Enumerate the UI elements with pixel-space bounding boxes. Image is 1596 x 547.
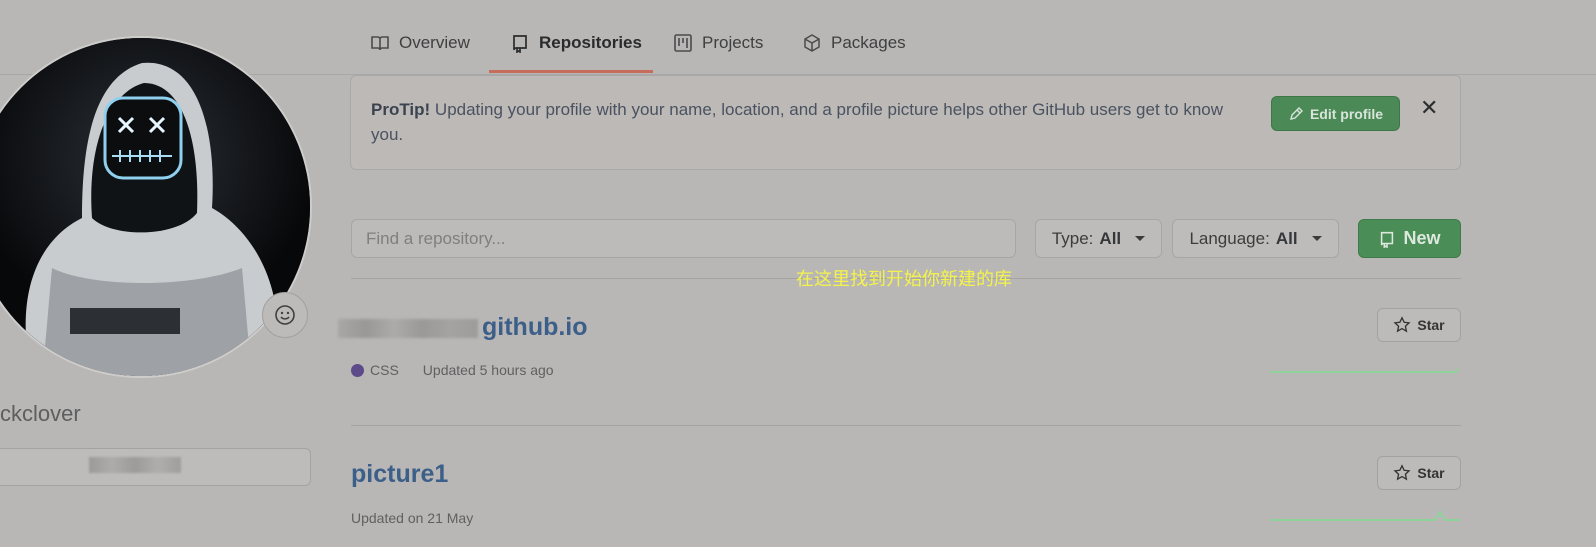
protip-banner: ProTip! Updating your profile with your …: [350, 75, 1461, 170]
language-filter-value: All: [1275, 228, 1298, 248]
edit-profile-label: Edit profile: [1309, 105, 1384, 122]
profile-username: ckclover: [0, 401, 81, 426]
star-icon: [1393, 464, 1411, 481]
annotation-text: 在这里找到开始你新建的库: [796, 269, 1012, 290]
project-icon: [674, 34, 692, 52]
caret-down-icon: [1135, 236, 1146, 241]
star-label: Star: [1417, 465, 1445, 481]
tab-overview-label: Overview: [399, 33, 470, 52]
repo-meta: Updated on 21 May: [351, 510, 473, 526]
tab-projects[interactable]: Projects: [673, 28, 763, 74]
follow-button[interactable]: [0, 448, 311, 486]
tab-overview[interactable]: Overview: [370, 28, 470, 74]
star-icon: [1393, 316, 1411, 333]
divider: [351, 425, 1461, 426]
tab-packages[interactable]: Packages: [802, 28, 906, 74]
tab-packages-label: Packages: [831, 33, 906, 52]
star-label: Star: [1417, 317, 1445, 333]
repo-language: CSS: [370, 362, 399, 378]
close-icon[interactable]: ✕: [1420, 96, 1440, 120]
star-button[interactable]: Star: [1377, 456, 1461, 490]
find-repository-input[interactable]: [351, 219, 1016, 258]
repo-link[interactable]: picture1: [351, 460, 448, 489]
type-filter-label: Type:: [1051, 228, 1094, 248]
book-icon: [371, 36, 389, 51]
repo-updated: Updated 5 hours ago: [422, 362, 554, 378]
smiley-icon: [275, 305, 295, 325]
pencil-icon: [1289, 106, 1303, 120]
activity-sparkline: [1270, 510, 1460, 521]
tab-projects-label: Projects: [702, 33, 764, 52]
star-button[interactable]: Star: [1377, 308, 1461, 342]
redacted-text: [338, 319, 478, 338]
repo-icon: [1381, 231, 1394, 248]
type-filter-dropdown[interactable]: Type: All: [1035, 219, 1162, 258]
protip-text: ProTip! Updating your profile with your …: [371, 97, 1251, 147]
active-tab-underline: [489, 70, 653, 73]
set-status-button[interactable]: [262, 292, 308, 338]
language-filter-label: Language:: [1189, 228, 1270, 248]
package-icon: [804, 34, 820, 52]
caret-down-icon: [1311, 236, 1322, 241]
redacted-text: [89, 457, 181, 473]
language-color-dot: [351, 363, 364, 377]
tab-repositories[interactable]: Repositories: [510, 28, 642, 74]
language-filter-dropdown[interactable]: Language: All: [1172, 219, 1339, 258]
profile-tab-bar: Overview Repositories Projects Packages: [0, 0, 1596, 75]
protip-body: Updating your profile with your name, lo…: [371, 100, 1224, 144]
type-filter-value: All: [1099, 228, 1122, 248]
new-repository-button[interactable]: New: [1358, 219, 1461, 258]
repo-updated: Updated on 21 May: [351, 510, 474, 526]
new-repository-label: New: [1403, 228, 1441, 248]
repo-meta: CSS Updated 5 hours ago: [351, 362, 554, 378]
activity-sparkline: [1270, 368, 1459, 373]
protip-prefix: ProTip!: [371, 100, 431, 119]
edit-profile-button[interactable]: Edit profile: [1271, 96, 1400, 131]
repo-link[interactable]: github.io: [482, 313, 588, 342]
repo-icon: [513, 35, 527, 53]
tab-repositories-label: Repositories: [539, 33, 642, 52]
